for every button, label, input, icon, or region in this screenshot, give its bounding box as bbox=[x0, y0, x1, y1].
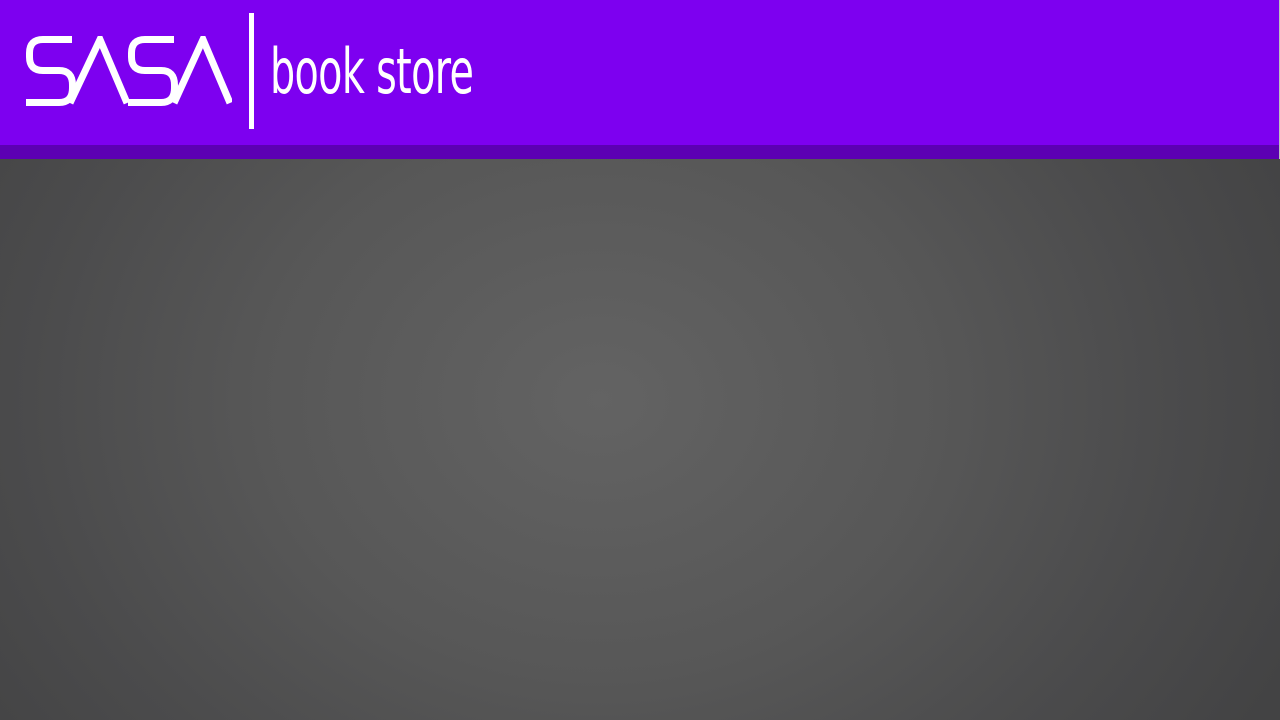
site-header: SASA book store bbox=[0, 0, 1279, 145]
main-content-area bbox=[0, 159, 1280, 720]
sasa-wordmark-icon bbox=[26, 30, 234, 106]
header-bottom-stripe bbox=[0, 145, 1279, 159]
store-name: book store bbox=[270, 35, 474, 108]
logo-divider bbox=[249, 13, 254, 129]
sasa-logo[interactable]: SASA bbox=[26, 30, 234, 106]
